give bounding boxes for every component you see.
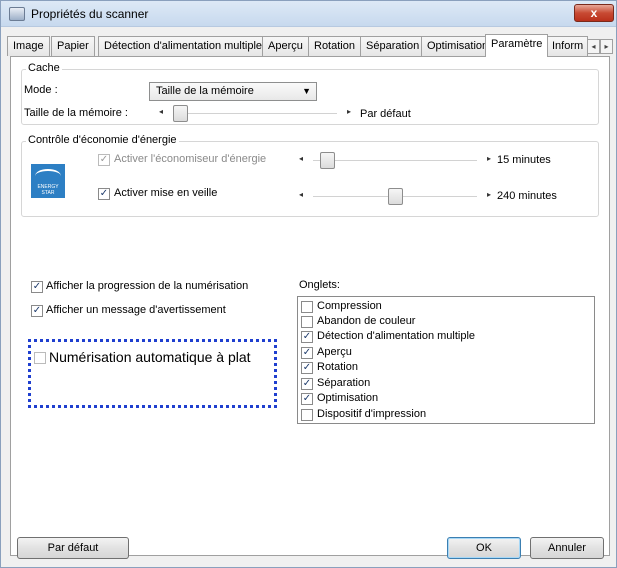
tab-rotation[interactable]: Rotation bbox=[308, 36, 361, 56]
slider-thumb[interactable] bbox=[387, 188, 403, 205]
mode-dropdown-value: Taille de la mémoire bbox=[156, 85, 254, 97]
arrow-left-icon[interactable]: ◂ bbox=[299, 154, 303, 163]
list-item-checkbox[interactable]: ✓ bbox=[301, 362, 313, 374]
tab-scroll-right-icon[interactable]: ▸ bbox=[600, 39, 613, 54]
show-warning-label: Afficher un message d'avertissement bbox=[46, 304, 226, 316]
auto-flatbed-label: Numérisation automatique à plat bbox=[49, 349, 251, 365]
parametre-panel: Cache Mode : Taille de la mémoire ▼ Tail… bbox=[10, 56, 610, 556]
arrow-left-icon[interactable]: ◂ bbox=[159, 107, 163, 116]
auto-flatbed-checkbox[interactable] bbox=[34, 352, 46, 364]
tab-image[interactable]: Image bbox=[7, 36, 50, 56]
list-item-checkbox[interactable]: ✓ bbox=[301, 331, 313, 343]
energy-group-title: Contrôle d'économie d'énergie bbox=[26, 134, 179, 146]
tab-inform[interactable]: Inform bbox=[546, 36, 588, 56]
arrow-left-icon[interactable]: ◂ bbox=[299, 190, 303, 199]
slider-track bbox=[173, 113, 337, 114]
tab-parametre[interactable]: Paramètre bbox=[485, 34, 549, 57]
show-progress-checkbox[interactable]: ✓ bbox=[31, 281, 43, 293]
default-button[interactable]: Par défaut bbox=[17, 537, 129, 559]
energy-saver-label: Activer l'économiseur d'énergie bbox=[114, 153, 267, 165]
arrow-right-icon[interactable]: ▸ bbox=[487, 154, 491, 163]
sleep-label: Activer mise en veille bbox=[114, 187, 218, 199]
list-item-checkbox[interactable]: ✓ bbox=[301, 347, 313, 359]
close-button[interactable]: x bbox=[574, 4, 614, 22]
chevron-down-icon: ▼ bbox=[302, 86, 311, 96]
show-warning-checkbox[interactable]: ✓ bbox=[31, 305, 43, 317]
tab-papier[interactable]: Papier bbox=[51, 36, 95, 56]
arrow-right-icon[interactable]: ▸ bbox=[487, 190, 491, 199]
list-item-checkbox[interactable]: ✓ bbox=[301, 393, 313, 405]
sleep-slider[interactable]: ◂ ▸ bbox=[295, 188, 495, 205]
memory-size-slider[interactable]: ◂ ▸ bbox=[155, 105, 355, 122]
list-item-label: Compression bbox=[317, 300, 382, 312]
tab-strip: Image Papier Détection d'alimentation mu… bbox=[7, 34, 613, 57]
onglets-listbox[interactable]: Compression Abandon de couleur ✓ Détecti… bbox=[297, 296, 595, 424]
energy-saver-slider[interactable]: ◂ ▸ bbox=[295, 152, 495, 169]
onglets-label: Onglets: bbox=[299, 279, 340, 291]
title-bar: Propriétés du scanner x bbox=[1, 1, 616, 27]
list-item-checkbox[interactable] bbox=[301, 409, 313, 421]
list-item-label: Abandon de couleur bbox=[317, 315, 416, 327]
slider-thumb[interactable] bbox=[320, 152, 336, 169]
list-item-label: Rotation bbox=[317, 361, 358, 373]
energy-saver-checkbox[interactable]: ✓ bbox=[98, 154, 110, 166]
list-item-label: Dispositif d'impression bbox=[317, 408, 427, 420]
list-item-label: Aperçu bbox=[317, 346, 352, 358]
cache-group-title: Cache bbox=[26, 62, 62, 74]
energy-saver-value: 15 minutes bbox=[497, 154, 551, 166]
tab-apercu[interactable]: Aperçu bbox=[262, 36, 309, 56]
tab-detection[interactable]: Détection d'alimentation multiple bbox=[98, 36, 269, 56]
list-item-checkbox[interactable]: ✓ bbox=[301, 378, 313, 390]
cancel-button[interactable]: Annuler bbox=[530, 537, 604, 559]
sleep-checkbox[interactable]: ✓ bbox=[98, 188, 110, 200]
energy-star-logo: ENERGY STAR bbox=[31, 164, 65, 198]
tab-scroll-left-icon[interactable]: ◂ bbox=[587, 39, 600, 54]
window-title: Propriétés du scanner bbox=[31, 7, 149, 21]
list-item-label: Optimisation bbox=[317, 392, 379, 404]
memory-size-label: Taille de la mémoire : bbox=[24, 107, 128, 119]
list-item-checkbox[interactable] bbox=[301, 316, 313, 328]
list-item-label: Séparation bbox=[317, 377, 371, 389]
arrow-right-icon[interactable]: ▸ bbox=[347, 107, 351, 116]
slider-thumb[interactable] bbox=[173, 105, 188, 122]
show-progress-label: Afficher la progression de la numérisati… bbox=[46, 280, 249, 292]
memory-size-value: Par défaut bbox=[360, 108, 411, 120]
tab-separation[interactable]: Séparation bbox=[360, 36, 426, 56]
list-item-checkbox[interactable] bbox=[301, 301, 313, 313]
scanner-icon bbox=[9, 7, 25, 21]
energy-star-text: ENERGY STAR bbox=[37, 184, 59, 196]
mode-dropdown[interactable]: Taille de la mémoire ▼ bbox=[149, 82, 317, 101]
ok-button[interactable]: OK bbox=[447, 537, 521, 559]
sleep-value: 240 minutes bbox=[497, 190, 557, 202]
mode-label: Mode : bbox=[24, 84, 58, 96]
slider-track bbox=[313, 160, 477, 161]
tab-optimisation[interactable]: Optimisation bbox=[421, 36, 495, 56]
scanner-properties-dialog: Propriétés du scanner x Image Papier Dét… bbox=[0, 0, 617, 568]
list-item-label: Détection d'alimentation multiple bbox=[317, 330, 476, 342]
